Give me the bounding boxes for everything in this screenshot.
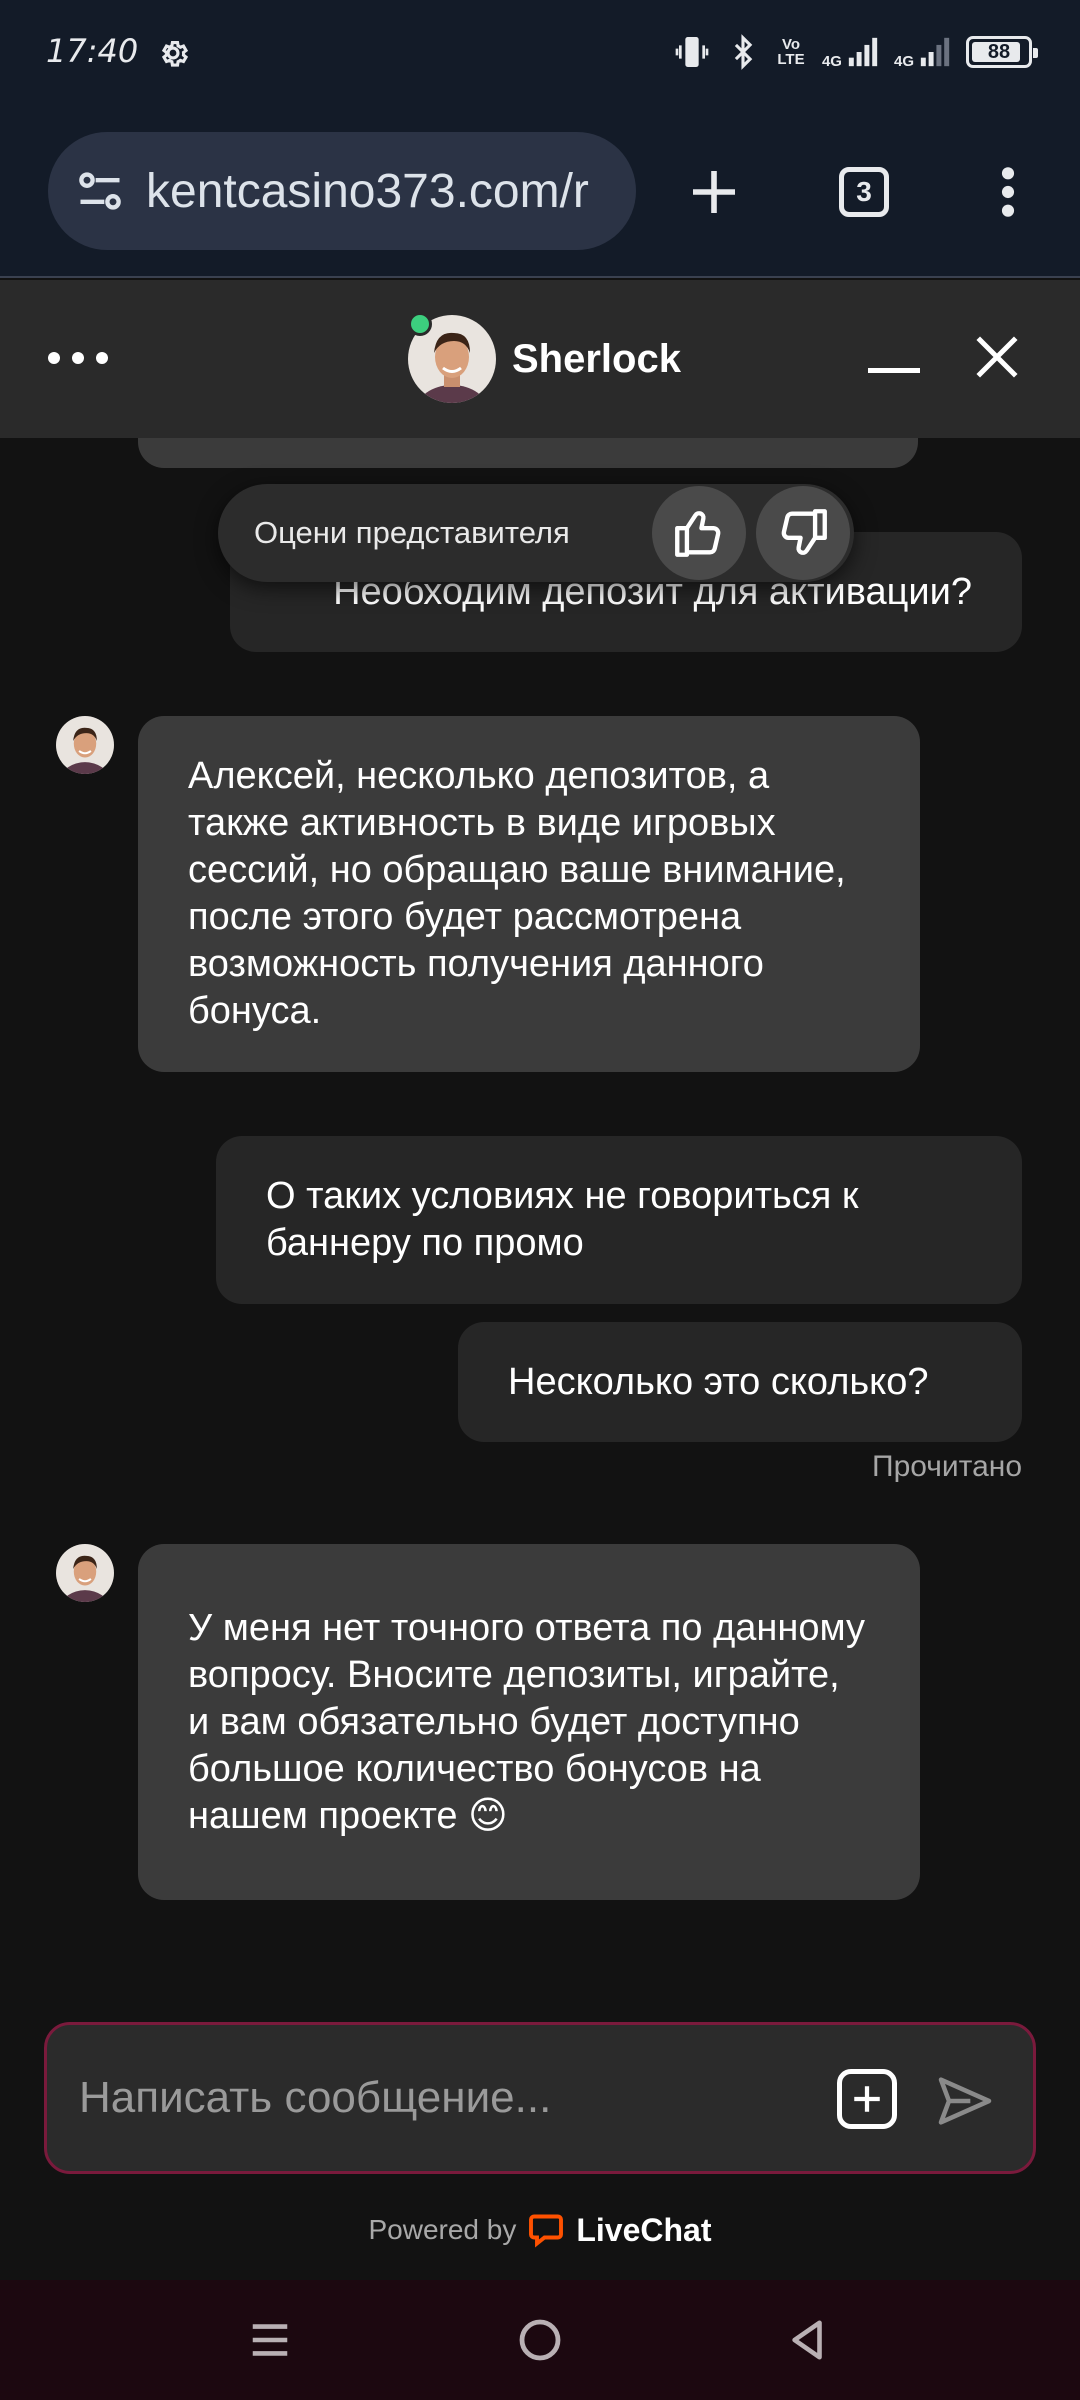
rating-label: Оцени представителя xyxy=(254,515,570,550)
powered-by-footer[interactable]: Powered by LiveChat xyxy=(0,2206,1080,2254)
back-icon xyxy=(792,2320,822,2360)
signal-icon xyxy=(920,37,950,67)
plus-icon xyxy=(693,171,735,213)
powered-by-label: Powered by xyxy=(368,2214,517,2245)
minimize-icon[interactable] xyxy=(868,338,920,378)
message-text: Алексей, несколько депозитов, а также ак… xyxy=(188,755,846,1032)
livechat-logo-icon xyxy=(529,2214,564,2248)
message-bubble-agent: Алексей, несколько депозитов, а также ак… xyxy=(138,716,920,1072)
livechat-brand: LiveChat xyxy=(576,2211,712,2248)
close-icon[interactable] xyxy=(972,332,1022,382)
message-bubble-agent: У меня нет точного ответа по данному воп… xyxy=(138,1544,920,1900)
menu-icon xyxy=(252,2324,288,2356)
thumbs-up-button[interactable] xyxy=(652,486,746,580)
send-icon[interactable] xyxy=(933,2069,997,2133)
recents-button[interactable] xyxy=(232,2302,308,2378)
message-composer xyxy=(44,2022,1036,2174)
rate-agent-bar: Оцени представителя xyxy=(218,484,854,582)
chat-header: Sherlock xyxy=(0,280,1080,438)
attach-button[interactable] xyxy=(837,2069,897,2129)
message-text: Несколько это сколько? xyxy=(508,1360,929,1403)
thumbs-up-icon xyxy=(675,511,721,557)
online-status-dot xyxy=(408,312,432,336)
back-button[interactable] xyxy=(770,2302,846,2378)
avatar xyxy=(56,716,114,774)
agent-name: Sherlock xyxy=(512,336,681,381)
bluetooth-icon xyxy=(734,34,753,70)
network-type-label: 4G xyxy=(821,53,842,70)
new-tab-button[interactable] xyxy=(678,156,750,228)
message-bubble-user: Несколько это сколько? xyxy=(458,1322,1022,1442)
address-bar[interactable]: kentcasino373.com/r xyxy=(48,132,636,250)
more-vert-icon xyxy=(1001,167,1015,217)
battery-icon: 88 xyxy=(966,36,1038,68)
more-horizontal-icon[interactable] xyxy=(48,338,118,378)
message-text: О таких условиях не говориться к баннеру… xyxy=(266,1175,859,1264)
thumbs-down-button[interactable] xyxy=(756,486,850,580)
message-bubble-agent xyxy=(138,438,918,468)
network-type-label: 4G xyxy=(893,53,914,70)
home-button[interactable] xyxy=(502,2302,578,2378)
vibrate-icon xyxy=(675,37,709,67)
system-navigation-bar xyxy=(0,2280,1080,2400)
thumbs-down-icon xyxy=(781,509,827,555)
avatar xyxy=(56,1544,114,1602)
browser-toolbar: kentcasino373.com/r 3 xyxy=(0,108,1080,278)
status-time: 17:40 xyxy=(46,32,139,70)
browser-menu-button[interactable] xyxy=(972,156,1044,228)
url-text[interactable]: kentcasino373.com/r xyxy=(146,164,589,219)
tabs-icon: 3 xyxy=(839,167,889,217)
site-settings-icon[interactable] xyxy=(74,165,126,217)
signal-group-2: 4G xyxy=(894,35,952,69)
status-bar: 17:40 Vo LTE 4G 4G 88 xyxy=(0,0,1080,108)
chat-transcript[interactable]: Необходим депозит для активации? Оцени п… xyxy=(0,438,1080,2000)
signal-group-1: 4G xyxy=(822,35,880,69)
battery-level: 88 xyxy=(987,40,1011,63)
tabs-button[interactable]: 3 xyxy=(828,156,900,228)
gear-icon xyxy=(161,40,189,67)
message-text: У меня нет точного ответа по данному воп… xyxy=(188,1606,866,1837)
home-icon xyxy=(519,2319,561,2361)
message-input[interactable] xyxy=(77,2072,837,2124)
read-receipt: Прочитано xyxy=(872,1450,1022,1483)
signal-icon xyxy=(848,37,878,67)
agent-info: Sherlock xyxy=(408,314,681,404)
message-bubble-user: О таких условиях не говориться к баннеру… xyxy=(216,1136,1022,1304)
volte-label: Vo LTE xyxy=(777,36,805,68)
plus-icon xyxy=(854,2086,880,2112)
